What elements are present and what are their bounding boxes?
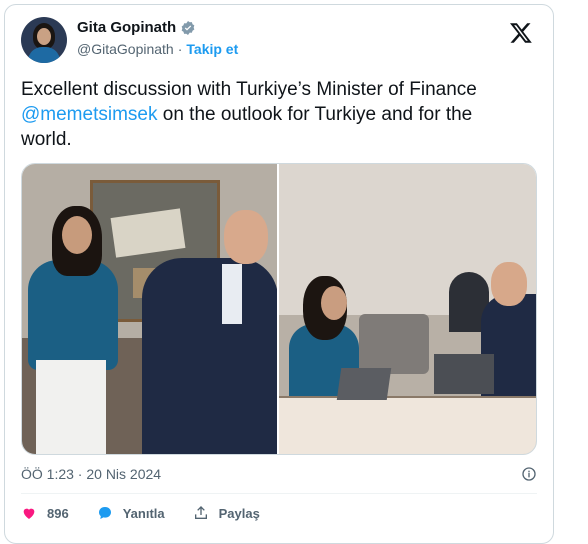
tweet-text: Excellent discussion with Turkiye’s Mini… — [21, 77, 521, 152]
timestamp[interactable]: ÖÖ 1:23 · 20 Nis 2024 — [21, 466, 161, 482]
share-icon — [194, 506, 207, 519]
author-name[interactable]: Gita Gopinath — [77, 19, 176, 36]
tweet-media — [21, 163, 537, 455]
info-icon[interactable] — [521, 466, 537, 482]
reply-bubble-icon — [98, 507, 111, 519]
avatar[interactable] — [21, 17, 67, 63]
reply-button[interactable]: Yanıtla — [97, 505, 165, 521]
like-button[interactable]: 896 — [21, 505, 69, 521]
tweet-text-part: Excellent discussion with Turkiye’s Mini… — [21, 79, 477, 100]
divider — [21, 493, 537, 494]
photo-handshake[interactable] — [22, 164, 277, 454]
share-button[interactable]: Paylaş — [193, 505, 260, 521]
heart-icon — [23, 508, 35, 519]
tweet-meta: ÖÖ 1:23 · 20 Nis 2024 — [21, 463, 537, 485]
reply-label: Yanıtla — [122, 505, 165, 521]
verified-badge-icon — [181, 20, 195, 35]
author-handle-row: @GitaGopinath · Takip et — [77, 41, 238, 57]
follow-button[interactable]: Takip et — [186, 41, 238, 57]
author-name-row: Gita Gopinath — [77, 19, 196, 36]
share-label: Paylaş — [218, 505, 260, 521]
like-count: 896 — [47, 505, 69, 521]
x-logo-icon[interactable] — [509, 21, 533, 45]
action-bar: 896 Yanıtla Paylaş — [21, 505, 260, 521]
tweet-header: Gita Gopinath @GitaGopinath · Takip et — [21, 17, 537, 69]
tweet-card: Gita Gopinath @GitaGopinath · Takip et E… — [4, 4, 554, 544]
photo-meeting[interactable] — [279, 164, 536, 454]
mention-link[interactable]: @memetsimsek — [21, 104, 157, 125]
author-handle[interactable]: @GitaGopinath — [77, 41, 174, 57]
separator-dot: · — [177, 41, 183, 57]
